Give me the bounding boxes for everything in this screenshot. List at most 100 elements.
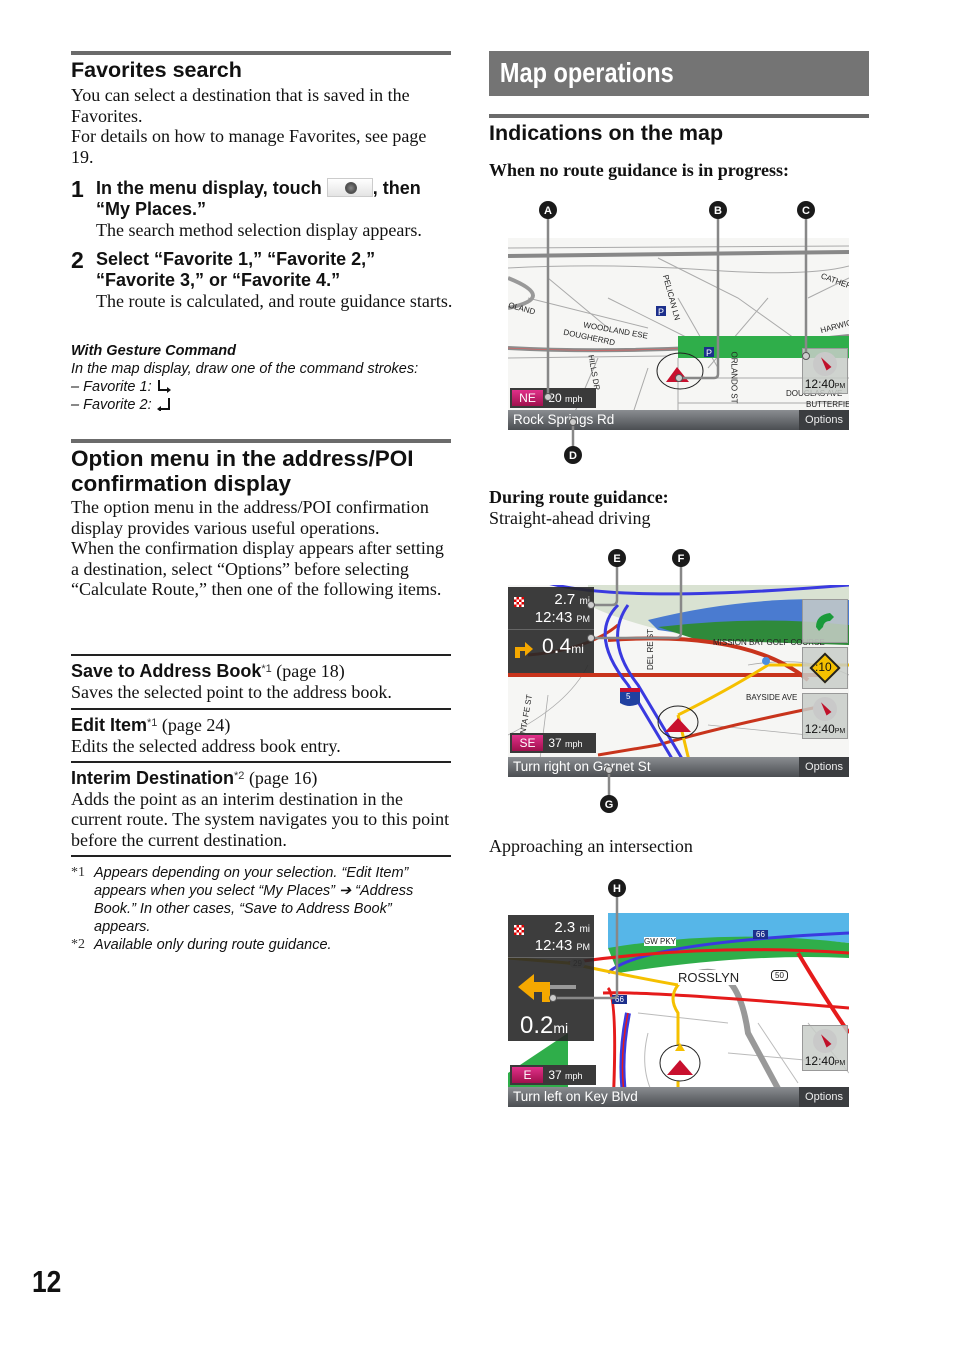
callout-b <box>709 201 727 219</box>
options-button[interactable]: Options <box>799 1087 849 1107</box>
page-ref: (page 24) <box>157 715 231 735</box>
step-number: 2 <box>71 247 84 273</box>
callout-letter: B <box>714 205 722 217</box>
step-title: Select “Favorite 1,” “Favorite 2,” “Favo… <box>96 249 376 290</box>
speed-unit: mph <box>565 739 583 749</box>
intro-text: The option menu in the address/POI confi… <box>71 497 429 538</box>
footnote-mark: *1 <box>71 865 85 880</box>
clock-time: 12:40 <box>804 1054 835 1068</box>
interstate-shield: 66 <box>753 930 768 939</box>
interstate-shield: 5 <box>626 692 631 701</box>
gesture-block: With Gesture Command In the map display,… <box>71 342 456 414</box>
destination-flag-icon <box>514 925 524 935</box>
guidance-panel[interactable]: 2.3 mi 12:43 PM 0.2mi <box>508 915 594 1041</box>
straight-ahead-label: Straight-ahead driving <box>489 508 651 528</box>
map-straight-ahead: 5 MISSION BAY GOLF COURSE DEL RE ST SANT… <box>508 585 849 777</box>
options-button[interactable]: Options <box>799 757 849 777</box>
distance-to-destination: 2.3 <box>554 919 576 936</box>
footnote-mark: *2 <box>71 937 85 952</box>
footnote-ref: *1 <box>147 717 158 729</box>
heading-direction: E <box>512 1067 543 1083</box>
intro-text-2: For details on how to manage Favorites, … <box>71 126 427 167</box>
intro-text: You can select a destination that is sav… <box>71 85 410 126</box>
gesture-heading: With Gesture Command <box>71 343 237 359</box>
timer-value: :10 <box>815 660 832 674</box>
next-turn-instruction: Turn right on Garnet St <box>513 759 651 774</box>
no-route-label: When no route guidance is in progress: <box>489 160 790 180</box>
distance-unit: mi <box>571 642 584 656</box>
section-title-bar: Map operations <box>489 51 869 96</box>
option-item-save: Save to Address Book*1 (page 18) Saves t… <box>71 659 451 702</box>
street-label: BAYSIDE AVE <box>746 693 798 702</box>
option-item-edit: Edit Item*1 (page 24) Edits the selected… <box>71 713 451 756</box>
compass-clock-button[interactable]: 12:40PM <box>802 348 848 394</box>
compass-clock-button[interactable]: 12:40PM <box>802 1025 848 1071</box>
compass-clock-button[interactable]: 12:40PM <box>802 693 848 739</box>
traffic-timer-button[interactable]: :10 <box>802 647 848 689</box>
street-label: ORLANDO ST <box>729 351 739 404</box>
gesture-item: – Favorite 2: <box>71 396 456 414</box>
step-number: 1 <box>71 176 84 202</box>
section-rule <box>71 51 451 55</box>
callout-f <box>672 549 690 567</box>
page-ref: (page 18) <box>271 661 345 681</box>
distance-unit: mi <box>579 924 590 935</box>
phone-icon <box>816 613 834 631</box>
interstate-shield: 66 <box>612 995 627 1004</box>
divider <box>71 708 451 710</box>
option-item-interim: Interim Destination*2 (page 16) Adds the… <box>71 766 451 850</box>
option-title: Interim Destination <box>71 768 235 788</box>
distance-to-destination: 2.7 <box>554 591 576 608</box>
heading-speed: SE 37 mph <box>510 733 596 753</box>
compass-icon <box>813 697 837 721</box>
options-button[interactable]: Options <box>799 410 849 430</box>
arrival-time: 12:43 <box>534 937 573 954</box>
option-title: Save to Address Book <box>71 661 262 681</box>
guidance-panel[interactable]: 2.7 mi 12:43 PM 0.4mi <box>508 587 594 673</box>
svg-text:P: P <box>706 348 712 358</box>
clock-ampm: PM <box>834 1060 846 1067</box>
divider <box>71 761 451 763</box>
intro-text-2: When the confirmation display appears af… <box>71 538 444 599</box>
distance-unit: mi <box>553 1020 569 1036</box>
street-bar: Turn left on Key Blvd Options <box>508 1087 849 1107</box>
heading-direction: SE <box>512 735 543 751</box>
clock-time: 12:40 <box>804 377 835 391</box>
navigation-menu-icon <box>326 178 373 197</box>
street-bar: Rock Springs Rd Options <box>508 410 849 430</box>
distance-to-turn: 0.2 <box>520 1012 554 1039</box>
divider <box>71 654 451 656</box>
speed-unit: mph <box>565 1071 583 1081</box>
destination-flag-icon <box>514 597 524 607</box>
section-title: Map operations <box>499 57 674 88</box>
page-ref: (page 16) <box>244 768 318 788</box>
heading-direction: NE <box>512 390 543 406</box>
svg-text:P: P <box>658 307 664 317</box>
road-label: GW PKY <box>644 937 677 946</box>
speed: 37 <box>548 736 562 750</box>
map-intersection: ROSSLYN GW PKY 66 66 50 29 2.3 mi 12:43 … <box>508 913 849 1107</box>
compass-icon <box>813 352 837 376</box>
arrival-time: 12:43 <box>534 609 573 626</box>
footnote: *1 Appears depending on your selection. “… <box>71 864 451 936</box>
section-rule <box>489 114 869 118</box>
current-street: Rock Springs Rd <box>513 412 615 427</box>
favorites-heading: Favorites search <box>71 58 242 82</box>
phone-button[interactable] <box>802 599 848 643</box>
footnote-ref: *1 <box>261 663 272 675</box>
option-title: Edit Item <box>71 715 148 735</box>
footnote-ref: *2 <box>234 770 245 782</box>
us-route-shield: 50 <box>771 970 788 981</box>
step-desc: The route is calculated, and route guida… <box>96 291 453 311</box>
favorites-intro: You can select a destination that is sav… <box>71 85 451 167</box>
down-right-stroke-icon <box>157 380 171 393</box>
callout-letter: H <box>613 883 621 895</box>
callout-letter: E <box>613 553 620 565</box>
place-label: ROSSLYN <box>678 970 740 985</box>
compass-icon <box>813 1029 837 1053</box>
section-rule <box>71 439 451 443</box>
down-left-stroke-icon <box>156 398 170 412</box>
speed-unit: mph <box>565 394 583 404</box>
callout-letter: C <box>802 205 810 217</box>
footnote-text: Available only during route guidance. <box>94 937 332 953</box>
